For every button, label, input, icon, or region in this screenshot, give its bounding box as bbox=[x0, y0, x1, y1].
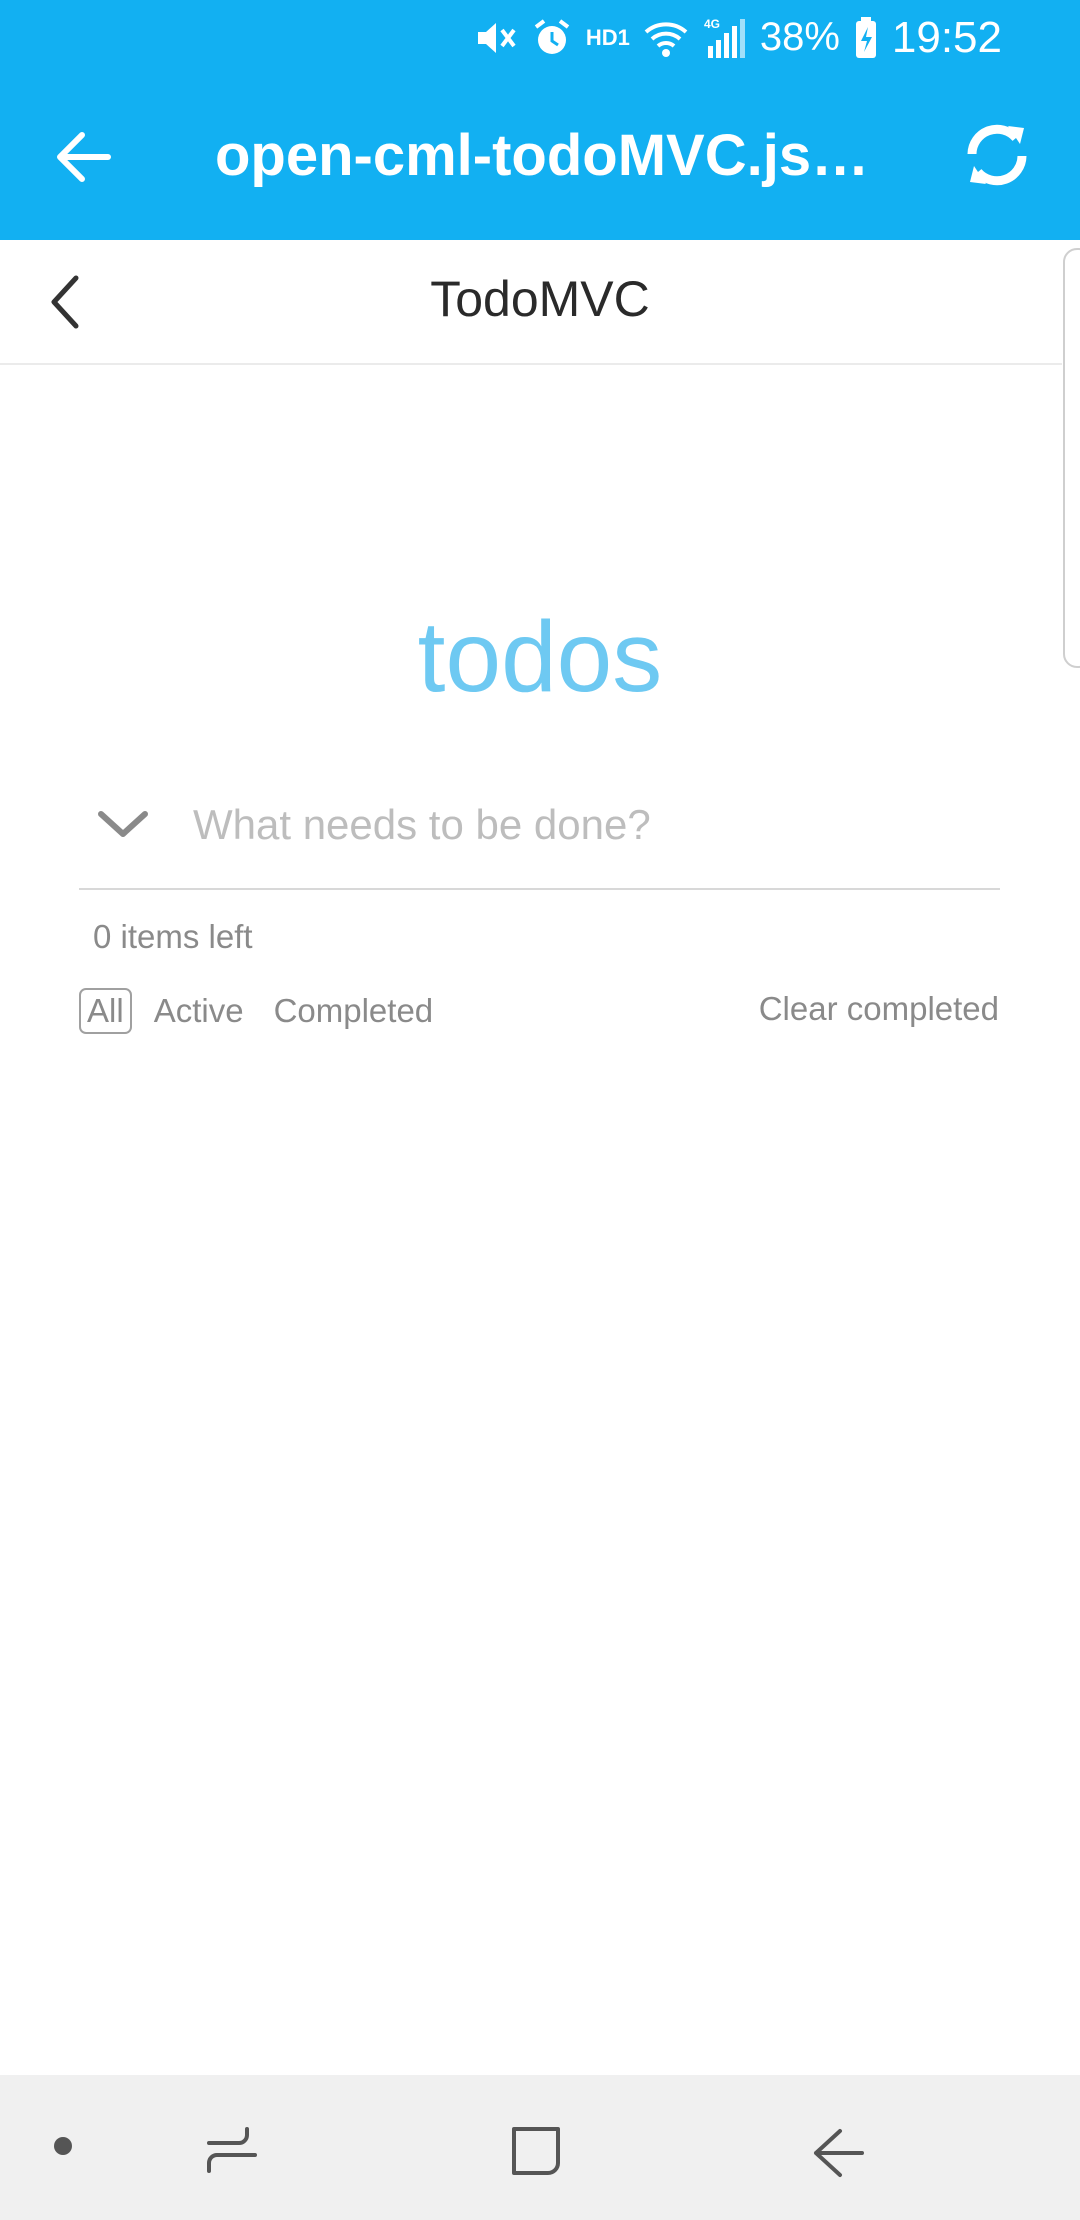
app-title: open-cml-todoMVC.js?… bbox=[215, 123, 885, 188]
refresh-icon[interactable] bbox=[960, 118, 1034, 192]
clock: 19:52 bbox=[891, 12, 1002, 62]
arrow-left-icon[interactable] bbox=[52, 125, 116, 189]
filter-tabs: All Active Completed bbox=[79, 988, 441, 1034]
new-todo-input[interactable] bbox=[193, 788, 973, 862]
hd-icon: HD1 bbox=[585, 24, 630, 50]
page-header: TodoMVC bbox=[0, 240, 1062, 365]
network-type-label: 4G bbox=[704, 17, 720, 31]
wifi-icon bbox=[644, 18, 688, 58]
chevron-down-icon[interactable] bbox=[95, 804, 151, 844]
clear-completed-button[interactable]: Clear completed bbox=[759, 990, 999, 1028]
alarm-icon bbox=[532, 18, 572, 58]
filter-completed[interactable]: Completed bbox=[266, 988, 442, 1034]
status-bar: HD1 4G 38% 19:52 bbox=[0, 0, 1080, 75]
filter-all[interactable]: All bbox=[79, 988, 132, 1034]
back-icon[interactable] bbox=[810, 2125, 866, 2181]
app-titlebar: open-cml-todoMVC.js?… bbox=[0, 80, 1080, 240]
todos-heading: todos bbox=[417, 601, 663, 713]
app-header: HD1 4G 38% 19:52 open-cml-todoMVC.js?… bbox=[0, 0, 1080, 240]
battery-percent: 38% bbox=[759, 15, 840, 59]
page-title: TodoMVC bbox=[430, 271, 650, 327]
mute-icon bbox=[474, 18, 518, 58]
home-icon[interactable] bbox=[508, 2123, 564, 2179]
new-todo-row bbox=[79, 770, 1000, 890]
dot-icon[interactable] bbox=[54, 2137, 72, 2155]
filter-active[interactable]: Active bbox=[146, 988, 252, 1034]
signal-4g-icon: 4G bbox=[702, 16, 746, 60]
battery-charging-icon bbox=[854, 16, 878, 59]
recent-apps-icon[interactable] bbox=[205, 2123, 261, 2179]
system-nav-bar bbox=[0, 2075, 1080, 2220]
items-left-count: 0 items left bbox=[93, 918, 253, 955]
